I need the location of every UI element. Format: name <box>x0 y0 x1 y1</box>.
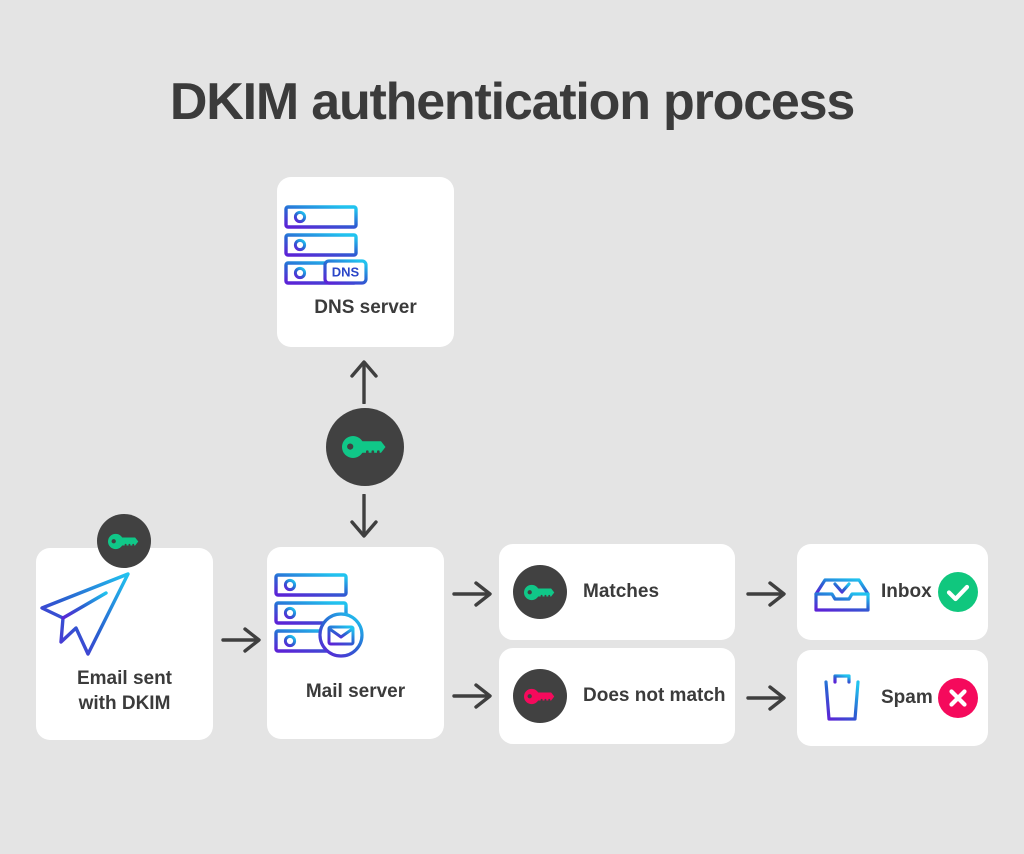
check-circle-icon <box>938 572 978 612</box>
key-icon <box>342 436 386 458</box>
node-does-not-match[interactable]: Does not match <box>499 648 735 744</box>
email-sent-label-line2: with DKIM <box>78 693 171 714</box>
arrow-matches-to-inbox <box>746 575 788 613</box>
node-dns-server[interactable]: DNS DNS server <box>277 177 454 347</box>
arrow-email-to-mail-server <box>221 621 263 659</box>
does-not-match-label: Does not match <box>583 685 726 706</box>
key-icon <box>108 533 139 549</box>
arrow-does-not-match-to-spam <box>746 679 788 717</box>
dns-server-label: DNS server <box>314 297 417 318</box>
key-icon <box>524 688 555 704</box>
mail-server-label: Mail server <box>305 681 406 702</box>
email-sent-label: Email sent with DKIM <box>36 666 213 716</box>
diagram-canvas: DKIM authentication process DNS DNS serv… <box>0 0 1024 854</box>
email-sent-label-line1: Email sent <box>76 668 173 689</box>
arrow-key-to-mail-server <box>345 494 383 540</box>
arrow-mail-server-to-does-not-match <box>452 677 494 715</box>
x-circle-icon <box>938 678 978 718</box>
dns-server-rack-icon: DNS <box>277 203 454 287</box>
arrow-mail-server-to-matches <box>452 575 494 613</box>
key-badge-email[interactable] <box>97 514 151 568</box>
matches-label: Matches <box>583 581 660 602</box>
spam-label: Spam <box>881 687 933 708</box>
trash-can-icon <box>811 670 873 726</box>
key-badge-matches <box>513 565 567 619</box>
inbox-label: Inbox <box>881 581 932 602</box>
paper-plane-icon <box>36 566 213 662</box>
dns-badge-text: DNS <box>332 265 360 280</box>
arrow-key-to-dns-server <box>345 358 383 404</box>
node-matches[interactable]: Matches <box>499 544 735 640</box>
node-spam[interactable]: Spam <box>797 650 988 746</box>
key-badge-does-not-match <box>513 669 567 723</box>
node-email-sent[interactable]: Email sent with DKIM <box>36 548 213 740</box>
node-mail-server[interactable]: Mail server <box>267 547 444 739</box>
mail-server-rack-icon <box>267 571 444 661</box>
page-title: DKIM authentication process <box>169 73 855 131</box>
inbox-tray-icon <box>811 566 873 618</box>
key-badge-center[interactable] <box>326 408 404 486</box>
node-inbox[interactable]: Inbox <box>797 544 988 640</box>
key-icon <box>524 584 555 600</box>
